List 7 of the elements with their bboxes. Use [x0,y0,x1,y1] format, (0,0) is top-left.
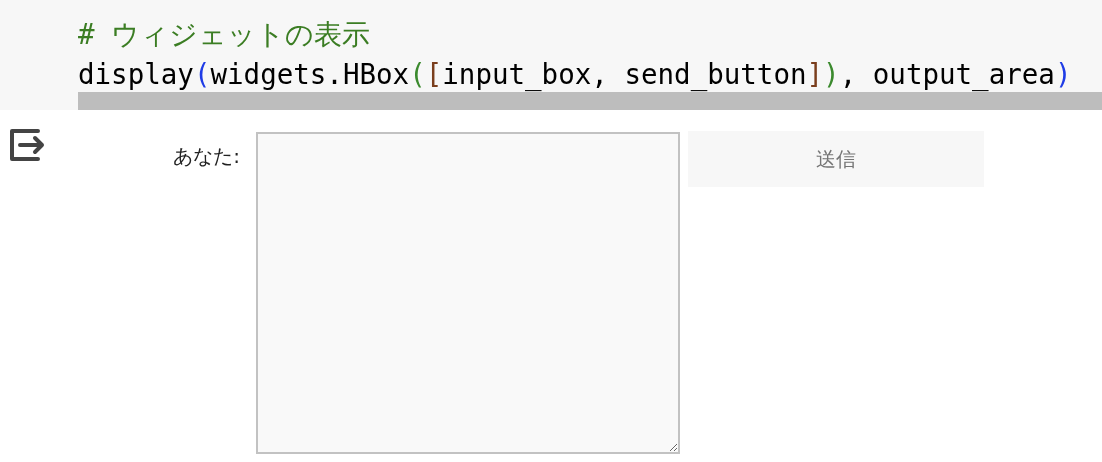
send-button[interactable]: 送信 [688,131,984,187]
horizontal-scrollbar[interactable] [78,92,1102,110]
input-field[interactable] [256,132,680,454]
code-line: # ウィジェットの表示 [78,17,372,52]
input-label: あなた: [172,143,240,170]
code-line: display(widgets.HBox([input_box, send_button]), output_area) [78,57,1073,93]
output-exit-icon[interactable] [8,127,46,163]
